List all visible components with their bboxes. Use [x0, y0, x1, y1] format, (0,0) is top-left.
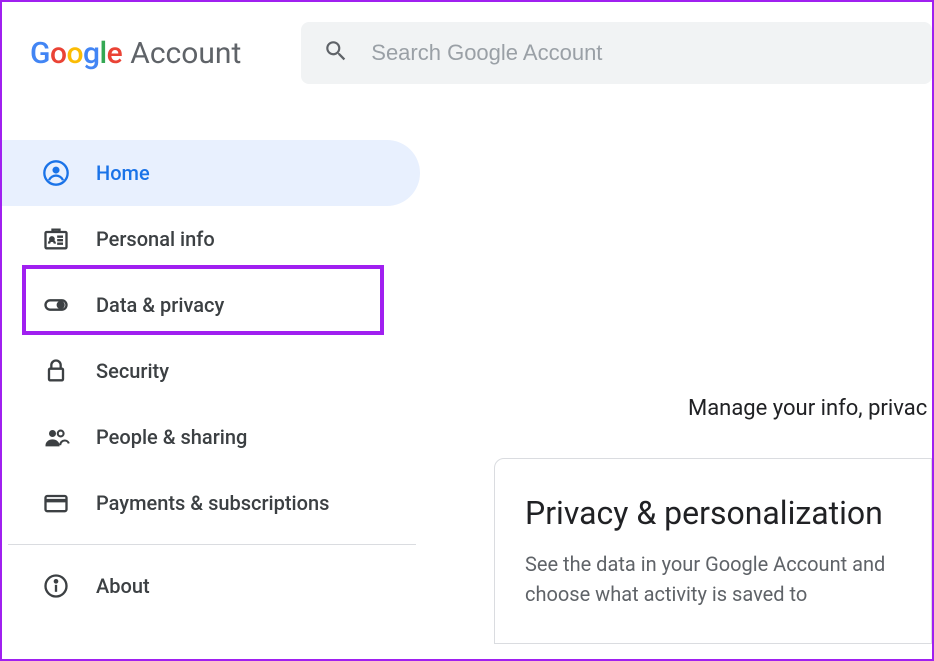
sidebar-item-home[interactable]: Home: [2, 140, 420, 206]
google-logo: Google: [30, 36, 122, 71]
google-account-logo: Google Account: [30, 36, 241, 71]
sidebar-item-label: Personal info: [96, 227, 215, 251]
search-bar[interactable]: [301, 22, 932, 84]
people-icon: [40, 421, 72, 453]
divider: [8, 544, 416, 545]
sidebar-item-label: People & sharing: [96, 425, 247, 449]
lock-icon: [40, 355, 72, 387]
sidebar: Home Personal info Data & privacy Securi…: [2, 108, 420, 619]
toggle-icon: [40, 289, 72, 321]
sidebar-item-label: Payments & subscriptions: [96, 491, 329, 515]
home-icon: [40, 157, 72, 189]
credit-card-icon: [40, 487, 72, 519]
account-label: Account: [130, 36, 241, 71]
card-description: See the data in your Google Account and …: [525, 549, 901, 609]
header: Google Account: [2, 2, 932, 108]
sidebar-item-label: About: [96, 574, 150, 598]
privacy-card[interactable]: Privacy & personalization See the data i…: [494, 458, 932, 644]
sidebar-item-payments[interactable]: Payments & subscriptions: [2, 470, 420, 536]
search-icon: [323, 38, 349, 68]
card-title: Privacy & personalization: [525, 493, 901, 535]
sidebar-item-label: Home: [96, 161, 150, 185]
page-subtitle: Manage your info, privac: [688, 396, 927, 421]
main-content: Manage your info, privac Privacy & perso…: [492, 124, 932, 659]
sidebar-item-data-privacy[interactable]: Data & privacy: [2, 272, 420, 338]
sidebar-item-about[interactable]: About: [2, 553, 420, 619]
sidebar-item-personal-info[interactable]: Personal info: [2, 206, 420, 272]
sidebar-item-security[interactable]: Security: [2, 338, 420, 404]
search-input[interactable]: [371, 40, 910, 66]
id-card-icon: [40, 223, 72, 255]
sidebar-item-label: Data & privacy: [96, 293, 224, 317]
sidebar-item-people-sharing[interactable]: People & sharing: [2, 404, 420, 470]
info-icon: [40, 570, 72, 602]
sidebar-item-label: Security: [96, 359, 169, 383]
